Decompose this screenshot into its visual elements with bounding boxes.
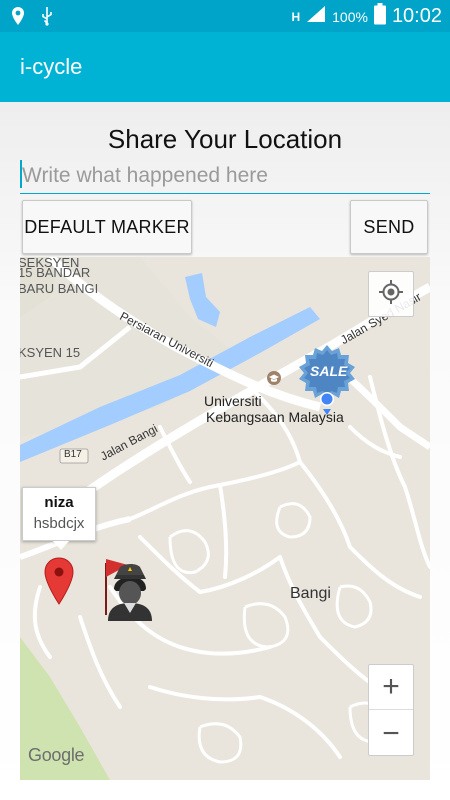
battery-icon <box>373 3 386 30</box>
graduation-cap-icon <box>266 371 282 390</box>
my-location-dot <box>319 391 335 420</box>
poi-label-line1: Universiti <box>204 393 262 409</box>
location-icon <box>10 6 26 31</box>
google-attribution: Google <box>28 745 85 765</box>
network-type-label: H <box>291 9 301 24</box>
usb-icon <box>40 6 54 31</box>
zoom-in-button[interactable]: + <box>369 665 413 710</box>
info-window-tail <box>53 541 69 550</box>
send-button[interactable]: SEND <box>350 200 428 254</box>
app-title: i-cycle <box>20 54 83 79</box>
description-input[interactable] <box>20 158 430 194</box>
status-bar: H 100% 10:02 <box>0 0 450 32</box>
zoom-controls: + − <box>368 664 414 756</box>
area-label: 15 BANDAR <box>20 265 91 280</box>
sale-badge-label: SALE <box>310 363 348 379</box>
zoom-out-button[interactable]: − <box>369 711 413 756</box>
info-window-snippet: hsbdcjx <box>33 515 85 532</box>
default-marker-button[interactable]: DEFAULT MARKER <box>22 200 192 254</box>
page-title: Share Your Location <box>107 124 343 154</box>
signal-icon <box>306 5 326 28</box>
area-label: BARU BANGI <box>20 281 99 296</box>
police-officer-icon[interactable] <box>100 555 160 626</box>
clock: 10:02 <box>391 5 442 27</box>
info-window-title: niza <box>44 494 74 511</box>
my-location-button[interactable] <box>368 271 414 317</box>
battery-percent: 100% <box>332 8 368 25</box>
area-label: KSYEN 15 <box>20 345 81 360</box>
town-label: Bangi <box>290 585 331 602</box>
route-badge: B17 <box>64 449 82 460</box>
map-pin-marker[interactable] <box>44 557 74 610</box>
marker-info-window[interactable]: niza hsbdcjx <box>22 487 96 550</box>
app-bar: i-cycle <box>0 32 450 102</box>
map-view[interactable]: SEKSYEN 15 BANDAR BARU BANGI KSYEN 15 Pe… <box>20 257 430 780</box>
text-cursor <box>20 160 22 188</box>
crosshair-icon <box>378 279 404 310</box>
